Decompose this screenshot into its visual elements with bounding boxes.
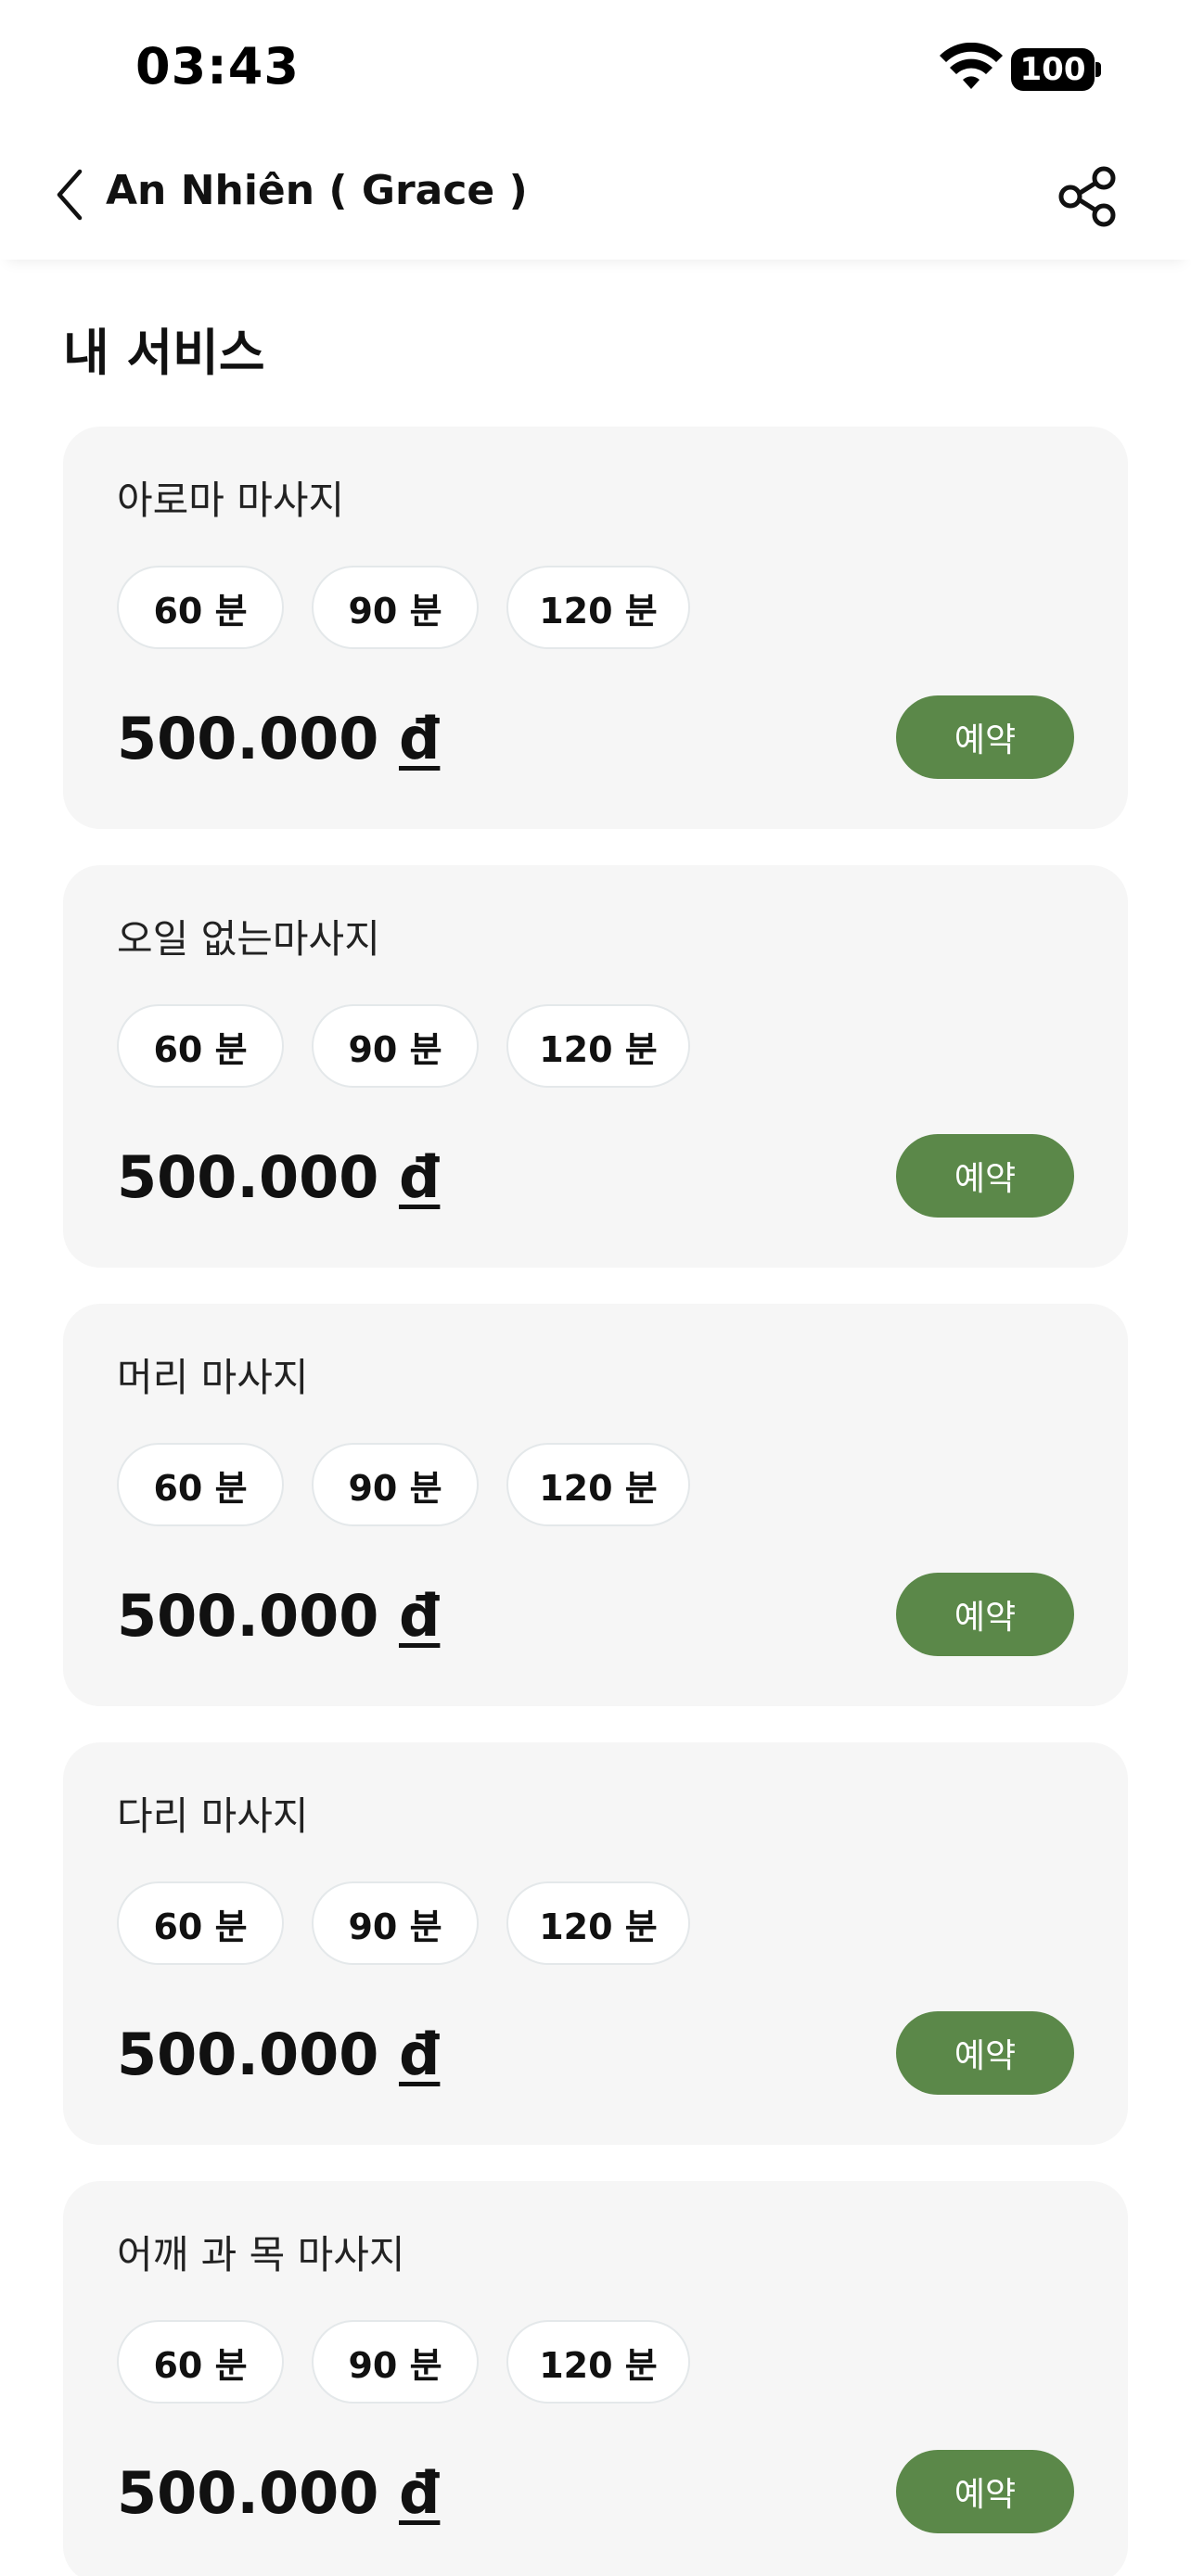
duration-chip-60[interactable]: 60 분	[117, 566, 284, 649]
duration-chip-60[interactable]: 60 분	[117, 1443, 284, 1526]
duration-chip-90[interactable]: 90 분	[312, 1443, 479, 1526]
duration-chip-90[interactable]: 90 분	[312, 1004, 479, 1088]
service-price: 500.000 đ	[117, 2021, 440, 2088]
battery-icon: 100	[1011, 48, 1102, 91]
currency-symbol: đ	[398, 1143, 441, 1211]
battery-level: 100	[1011, 48, 1095, 91]
book-button[interactable]: 예약	[896, 2450, 1074, 2533]
duration-chip-90[interactable]: 90 분	[312, 566, 479, 649]
section-title: 내 서비스	[63, 324, 265, 382]
duration-options: 60 분 90 분 120 분	[117, 1443, 690, 1526]
service-card: 다리 마사지 60 분 90 분 120 분 500.000 đ 예약	[63, 1742, 1128, 2145]
price-amount: 500.000	[117, 1582, 379, 1650]
duration-chip-120[interactable]: 120 분	[506, 2320, 690, 2404]
duration-options: 60 분 90 분 120 분	[117, 1881, 690, 1965]
service-name: 머리 마사지	[117, 1355, 309, 1400]
duration-chip-120[interactable]: 120 분	[506, 1443, 690, 1526]
service-price: 500.000 đ	[117, 2459, 440, 2527]
duration-chip-120[interactable]: 120 분	[506, 566, 690, 649]
duration-chip-60[interactable]: 60 분	[117, 2320, 284, 2404]
service-card: 어깨 과 목 마사지 60 분 90 분 120 분 500.000 đ 예약	[63, 2181, 1128, 2576]
share-button[interactable]	[1054, 163, 1121, 230]
service-name: 어깨 과 목 마사지	[117, 2232, 405, 2277]
price-amount: 500.000	[117, 2459, 379, 2527]
duration-chip-120[interactable]: 120 분	[506, 1004, 690, 1088]
duration-chip-60[interactable]: 60 분	[117, 1881, 284, 1965]
service-price: 500.000 đ	[117, 705, 440, 772]
service-name: 다리 마사지	[117, 1793, 309, 1839]
price-amount: 500.000	[117, 1143, 379, 1211]
service-card: 아로마 마사지 60 분 90 분 120 분 500.000 đ 예약	[63, 427, 1128, 829]
book-button[interactable]: 예약	[896, 1134, 1074, 1218]
status-time: 03:43	[135, 37, 300, 96]
battery-cap	[1095, 62, 1101, 77]
service-card: 오일 없는마사지 60 분 90 분 120 분 500.000 đ 예약	[63, 865, 1128, 1268]
duration-options: 60 분 90 분 120 분	[117, 2320, 690, 2404]
book-button[interactable]: 예약	[896, 1573, 1074, 1656]
duration-options: 60 분 90 분 120 분	[117, 1004, 690, 1088]
wifi-icon	[940, 43, 1003, 89]
duration-chip-90[interactable]: 90 분	[312, 2320, 479, 2404]
duration-chip-60[interactable]: 60 분	[117, 1004, 284, 1088]
price-amount: 500.000	[117, 705, 379, 772]
price-amount: 500.000	[117, 2021, 379, 2088]
service-name: 아로마 마사지	[117, 478, 345, 523]
currency-symbol: đ	[398, 1582, 441, 1650]
currency-symbol: đ	[398, 705, 441, 772]
duration-chip-90[interactable]: 90 분	[312, 1881, 479, 1965]
share-icon	[1058, 166, 1116, 227]
service-card: 머리 마사지 60 분 90 분 120 분 500.000 đ 예약	[63, 1304, 1128, 1706]
page-title: An Nhiên ( Grace )	[106, 167, 528, 214]
book-button[interactable]: 예약	[896, 695, 1074, 779]
duration-options: 60 분 90 분 120 분	[117, 566, 690, 649]
currency-symbol: đ	[398, 2021, 441, 2088]
currency-symbol: đ	[398, 2459, 441, 2527]
header: An Nhiên ( Grace )	[0, 130, 1191, 260]
duration-chip-120[interactable]: 120 분	[506, 1881, 690, 1965]
service-price: 500.000 đ	[117, 1143, 440, 1211]
service-price: 500.000 đ	[117, 1582, 440, 1650]
book-button[interactable]: 예약	[896, 2011, 1074, 2095]
status-bar: 03:43 100	[0, 0, 1191, 130]
back-button[interactable]	[46, 165, 93, 224]
chevron-left-icon	[57, 169, 83, 221]
service-name: 오일 없는마사지	[117, 916, 380, 962]
